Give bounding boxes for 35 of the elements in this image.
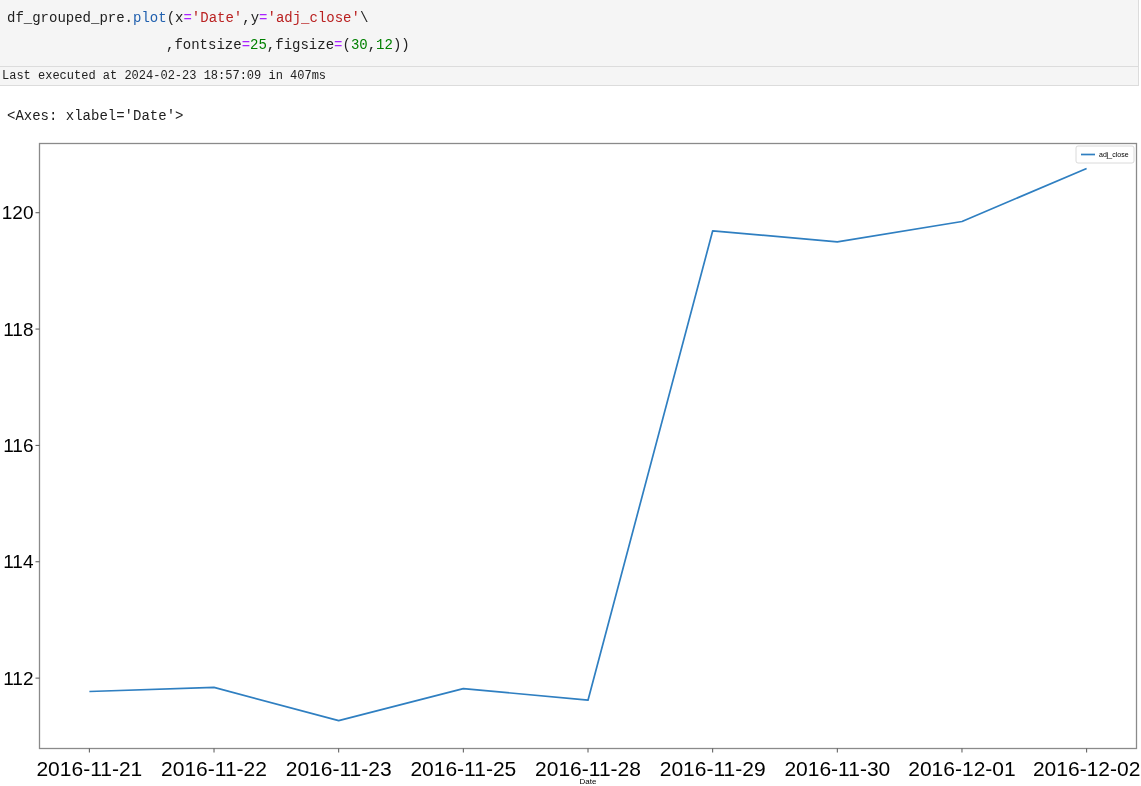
x-tick-label: 2016-11-22 (161, 756, 267, 780)
code-line: df_grouped_pre.plot(x='Date',y='adj_close'\ (7, 10, 369, 26)
tick-mark (35, 561, 40, 563)
tick-mark (1086, 748, 1088, 753)
y-tick-label: 120 (1, 202, 34, 224)
x-tick-label: 2016-11-28 (535, 756, 641, 780)
tick-mark (35, 444, 40, 446)
tick-mark (836, 748, 838, 753)
y-tick-label: 118 (3, 318, 34, 340)
x-tick-label: 2016-12-02 (1032, 756, 1141, 780)
tick-mark (587, 748, 589, 753)
code-editor[interactable]: df_grouped_pre.plot(x='Date',y='adj_close'\ ,fontsize=25,figsize=(30,12)) (0, 0, 1138, 66)
tick-mark (35, 212, 40, 214)
x-axis-label: Date (579, 777, 597, 786)
tick-mark (961, 748, 963, 753)
x-tick-label: 2016-11-25 (410, 756, 517, 780)
tick-mark (712, 748, 714, 753)
y-tick-label: 114 (3, 551, 34, 573)
code-line: ,fontsize=25,figsize=(30,12)) (166, 37, 410, 53)
legend-box (1075, 145, 1135, 164)
x-tick-label: 2016-11-29 (659, 756, 766, 780)
tick-mark (338, 748, 340, 753)
y-tick-label: 112 (3, 667, 34, 689)
x-tick-label: 2016-11-21 (36, 756, 143, 780)
tick-mark (35, 677, 40, 679)
y-tick-label: 116 (3, 434, 34, 456)
x-tick-label: 2016-11-23 (285, 756, 392, 780)
tick-mark (462, 748, 464, 753)
execution-status: Last executed at 2024-02-23 18:57:09 in 407ms (0, 66, 1138, 86)
output-text: <Axes: xlabel='Date'> (7, 108, 184, 124)
x-tick-label: 2016-12-01 (908, 756, 1016, 780)
tick-mark (213, 748, 215, 753)
tick-mark (88, 748, 90, 753)
tick-mark (35, 328, 40, 330)
x-tick-label: 2016-11-30 (784, 756, 891, 780)
